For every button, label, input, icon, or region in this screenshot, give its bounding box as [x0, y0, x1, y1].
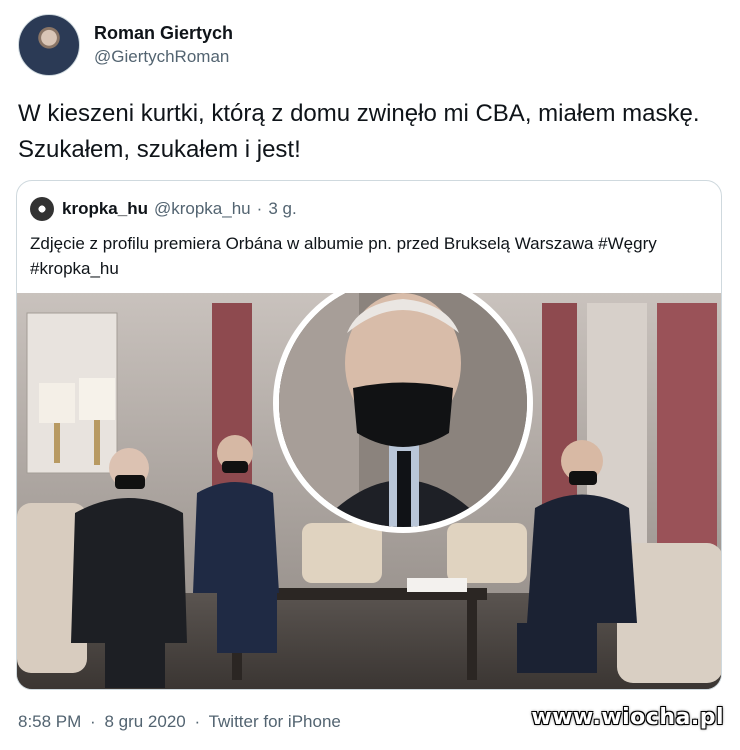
tweet-header: Roman Giertych @GiertychRoman	[18, 14, 233, 76]
quoted-tweet[interactable]: kropka_hu @kropka_hu · 3 g. Zdjęcie z pr…	[16, 180, 722, 690]
quoted-time: 3 g.	[268, 199, 297, 218]
tweet-footer: 8:58 PM · 8 gru 2020 · Twitter for iPhon…	[18, 712, 345, 732]
author-names: Roman Giertych @GiertychRoman	[94, 22, 233, 68]
quoted-photo[interactable]	[17, 293, 721, 689]
author-display-name[interactable]: Roman Giertych	[94, 22, 233, 44]
quoted-tweet-text: Zdjęcie z profilu premiera Orbána w albu…	[30, 234, 657, 278]
avatar[interactable]	[18, 14, 80, 76]
footer-separator-2: ·	[194, 712, 201, 731]
quoted-avatar	[30, 197, 54, 221]
quoted-handle: @kropka_hu	[153, 199, 251, 218]
author-handle[interactable]: @GiertychRoman	[94, 46, 233, 68]
watermark: www.wiocha.pl	[531, 705, 724, 730]
quoted-display-name: kropka_hu	[62, 199, 148, 218]
quoted-separator: ·	[256, 199, 263, 218]
tweet-text: W kieszeni kurtki, którą z domu zwinęło …	[18, 100, 700, 163]
tweet-time[interactable]: 8:58 PM	[18, 712, 81, 731]
tweet-source[interactable]: Twitter for iPhone	[209, 712, 341, 731]
tweet-date[interactable]: 8 gru 2020	[104, 712, 185, 731]
footer-separator: ·	[90, 712, 96, 731]
photo-illustration	[17, 293, 721, 689]
quoted-tweet-header: kropka_hu @kropka_hu · 3 g.	[30, 197, 297, 221]
